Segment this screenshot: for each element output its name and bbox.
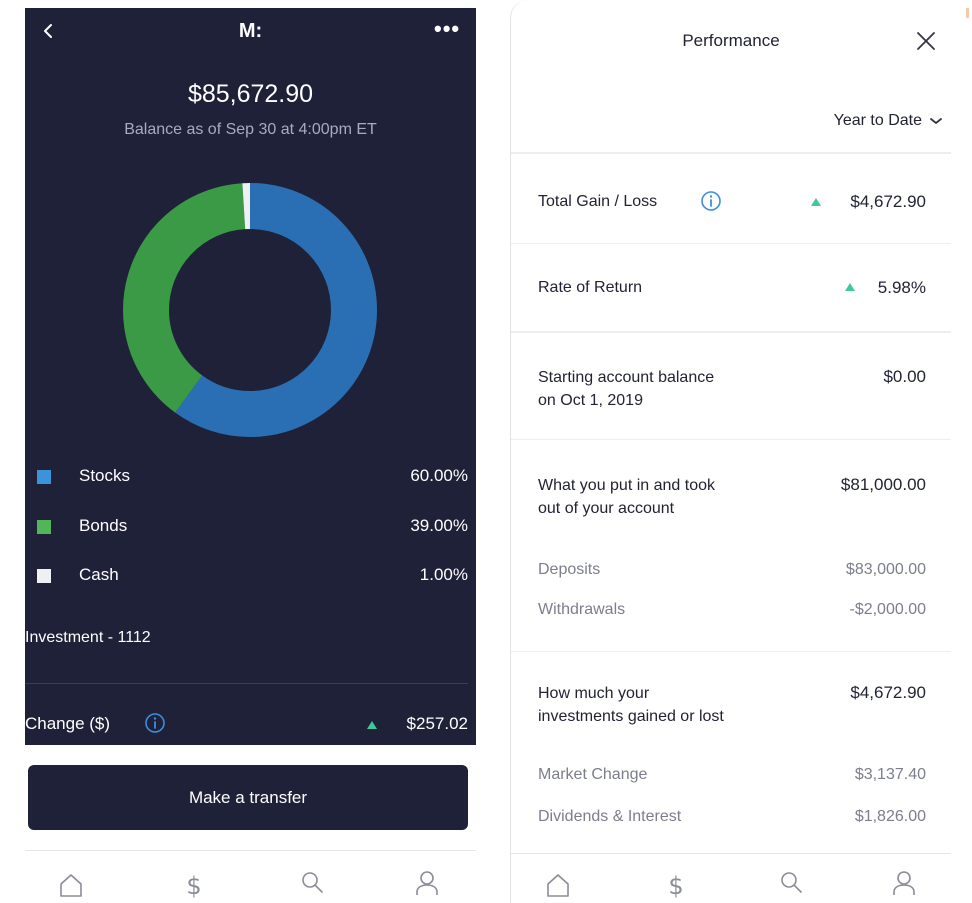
contributions-label-line2: out of your account [538,500,675,517]
dividends-value: $1,826.00 [854,808,926,825]
investment-gain-value: $4,672.90 [850,683,926,702]
dollar-icon[interactable]: $ [179,870,209,900]
rate-of-return-label: Rate of Return [538,279,643,296]
rate-of-return-value: 5.98% [877,278,926,297]
divider [511,243,951,244]
page-title: Performance [682,31,780,50]
legend-item-bonds: Bonds 39.00% [25,515,468,539]
legend-value: 1.00% [419,565,468,584]
legend-swatch [37,470,51,484]
info-icon[interactable] [700,190,722,212]
investment-gain-label: How much your investments gained or lost [538,682,724,728]
legend-value: 39.00% [410,516,468,535]
divider [511,152,951,154]
market-change-value: $3,137.40 [854,766,926,783]
balance-amount: $85,672.90 [187,80,314,108]
legend-label: Stocks [79,466,131,485]
starting-balance-label: Starting account balance on Oct 1, 2019 [538,366,714,412]
legend-swatch [37,569,51,583]
profile-icon[interactable] [412,868,442,898]
period-select[interactable]: Year to Date [834,112,922,130]
dividends-label: Dividends & Interest [538,808,682,825]
home-icon[interactable] [56,870,86,900]
starting-balance-value: $0.00 [883,367,926,386]
portfolio-screen: M: ••• $85,672.90 Balance as of Sep 30 a… [0,0,476,903]
close-icon[interactable] [915,30,937,52]
starting-balance-label-line1: Starting account balance [538,369,715,386]
legend-value: 60.00% [410,466,468,485]
search-icon[interactable] [777,868,807,898]
account-name: Investment - 1112 [25,629,151,646]
divider [511,651,951,652]
investment-gain-label-line1: How much your [538,685,650,702]
account-title: M: [238,20,263,42]
nav-divider [511,853,951,854]
up-triangle-icon [845,283,855,291]
ellipsis-icon[interactable]: ••• [434,18,460,40]
divider [25,683,468,684]
legend-swatch [37,520,51,534]
investment-gain-label-line2: investments gained or lost [538,708,724,725]
svg-text:$: $ [668,872,683,900]
divider [511,439,951,440]
deposits-value: $83,000.00 [845,561,926,578]
allocation-donut-chart [123,183,377,437]
withdrawals-label: Withdrawals [538,601,626,618]
change-label: Change ($) [25,714,111,733]
contributions-value: $81,000.00 [840,475,926,494]
info-icon[interactable] [144,712,166,734]
divider [511,331,951,333]
performance-screen: Performance Year to Date Total Gain / Lo… [510,0,951,903]
up-triangle-icon [811,198,821,206]
market-change-label: Market Change [538,766,648,783]
profile-icon[interactable] [889,868,919,898]
legend-label: Bonds [79,516,128,535]
search-icon[interactable] [298,868,328,898]
total-gain-value: $4,672.90 [850,192,926,211]
deposits-label: Deposits [538,561,601,578]
chevron-down-icon[interactable] [929,116,943,126]
up-triangle-icon [367,721,377,729]
withdrawals-value: -$2,000.00 [849,601,926,618]
legend-label: Cash [79,565,119,584]
home-icon[interactable] [543,870,573,900]
legend-item-cash: Cash 1.00% [25,564,468,588]
legend-item-stocks: Stocks 60.00% [25,465,468,489]
starting-balance-label-line2: on Oct 1, 2019 [538,392,643,409]
balance-timestamp: Balance as of Sep 30 at 4:00pm ET [124,121,377,138]
make-transfer-button[interactable]: Make a transfer [28,765,468,830]
edge-marker [966,8,969,18]
contributions-label: What you put in and took out of your acc… [538,474,715,520]
dollar-icon[interactable]: $ [661,870,691,900]
nav-divider [25,850,476,851]
contributions-label-line1: What you put in and took [538,477,715,494]
total-gain-label: Total Gain / Loss [538,193,658,210]
change-value: $257.02 [406,714,468,733]
svg-text:$: $ [186,872,201,900]
